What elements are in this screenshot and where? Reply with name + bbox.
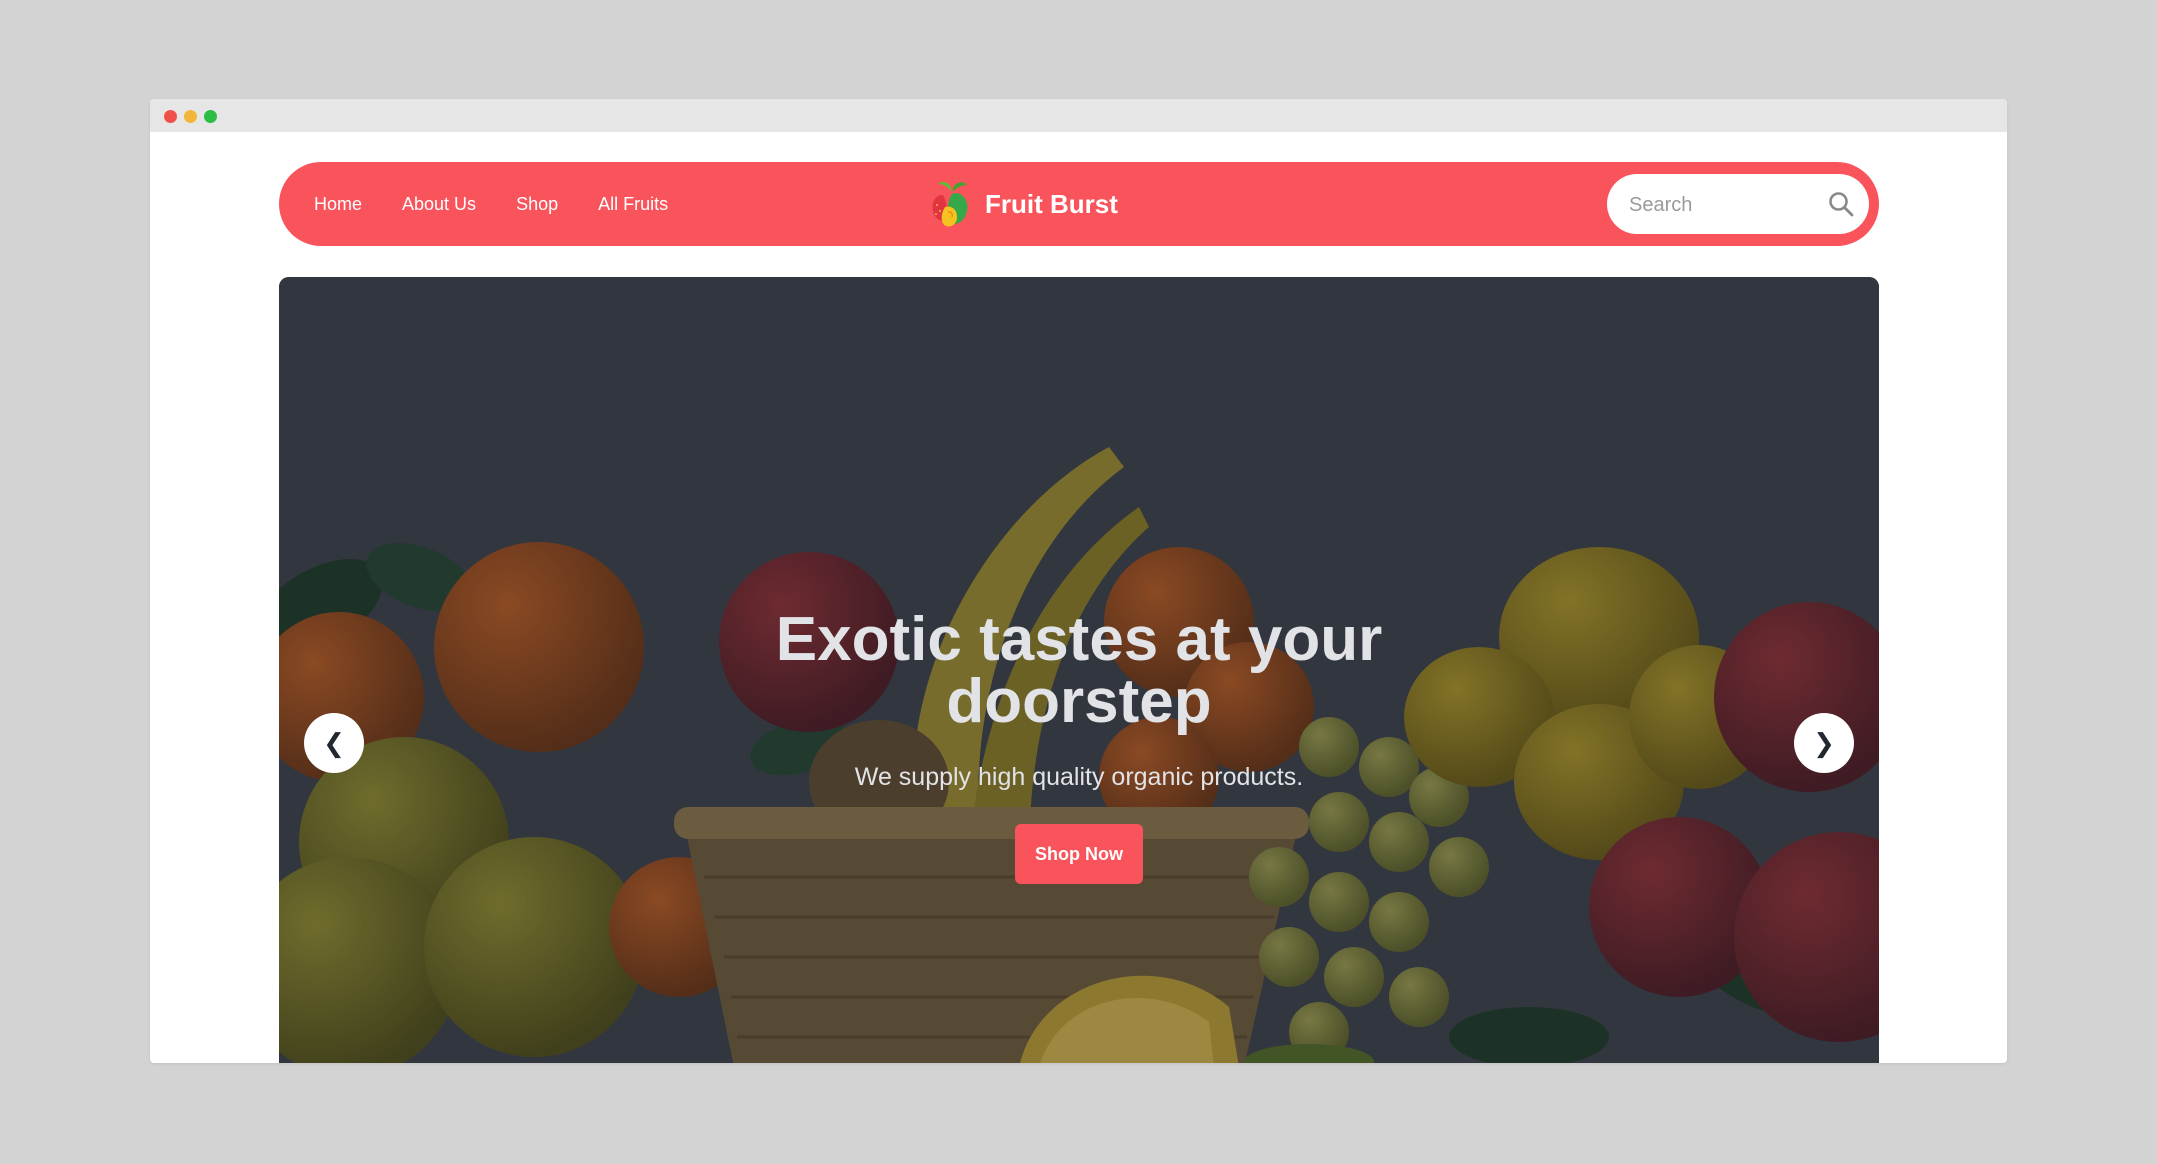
search-input[interactable] <box>1627 174 1821 236</box>
window-close-dot[interactable] <box>164 110 177 123</box>
window-maximize-dot[interactable] <box>204 110 217 123</box>
brand-name: Fruit Burst <box>985 188 1118 219</box>
nav-link-home[interactable]: Home <box>314 194 362 215</box>
brand[interactable]: Fruit Burst <box>929 162 1118 246</box>
search-icon[interactable] <box>1827 190 1855 218</box>
search-box <box>1607 174 1869 236</box>
nav-link-all-fruits[interactable]: All Fruits <box>598 194 668 215</box>
carousel-prev-button[interactable]: ❮ <box>304 713 364 773</box>
main-navbar: Home About Us Shop All Fruits Fruit Burs… <box>279 162 1879 246</box>
nav-links: Home About Us Shop All Fruits <box>314 162 708 246</box>
nav-link-about-us[interactable]: About Us <box>402 194 476 215</box>
browser-window: Home About Us Shop All Fruits Fruit Burs… <box>150 99 2007 1063</box>
browser-titlebar <box>150 99 2007 132</box>
shop-now-button[interactable]: Shop Now <box>1015 824 1143 884</box>
hero-carousel: Exotic tastes at your doorstep We supply… <box>279 277 1879 1063</box>
hero-content: Exotic tastes at your doorstep We supply… <box>279 609 1879 884</box>
carousel-next-button[interactable]: ❯ <box>1794 713 1854 773</box>
window-minimize-dot[interactable] <box>184 110 197 123</box>
hero-title: Exotic tastes at your doorstep <box>775 605 1383 736</box>
fruit-logo-icon <box>932 182 968 227</box>
hero-subtitle: We supply high quality organic products. <box>854 763 1304 791</box>
nav-link-shop[interactable]: Shop <box>516 194 558 215</box>
